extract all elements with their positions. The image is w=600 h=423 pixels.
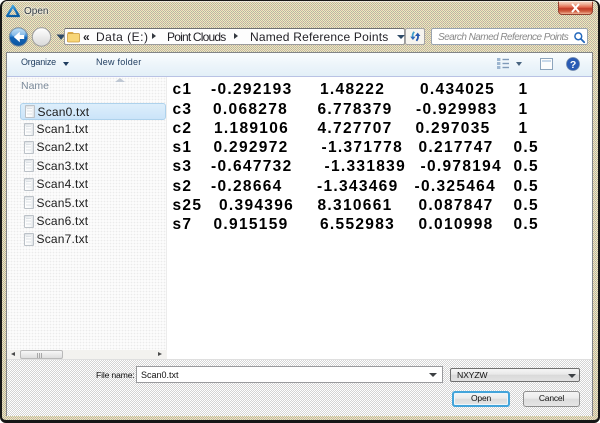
- svg-text:?: ?: [570, 59, 576, 71]
